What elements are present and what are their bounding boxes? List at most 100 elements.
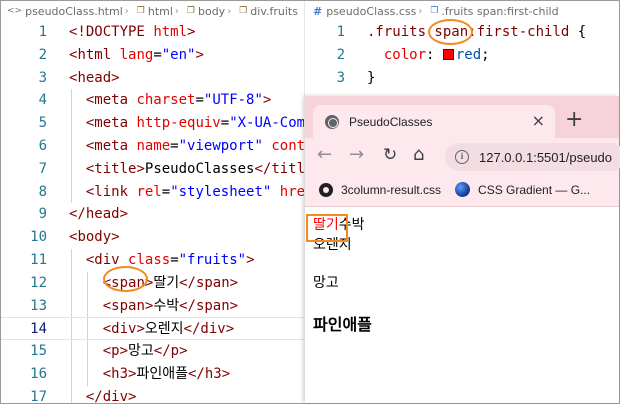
breadcrumb-body[interactable]: body [198,5,225,18]
css-breadcrumb-file[interactable]: pseudoClass.css [326,5,416,18]
address-bar[interactable]: i 127.0.0.1:5501/pseudo [445,143,620,171]
code-token: meta [94,115,129,132]
new-tab-button[interactable]: + [565,109,583,131]
code-token: span [111,274,145,291]
home-button[interactable]: ⌂ [413,146,424,164]
breadcrumb-div-fruits[interactable]: div.fruits [250,5,298,18]
code-token: PseudoClasses [144,160,255,177]
code-line[interactable]: 16 <h3>파인애플</h3> [1,362,304,386]
code-token: h3 [111,365,129,382]
code-line[interactable]: 14 <div>오렌지</div> [1,317,304,341]
code-token: </ [69,206,86,223]
code-text: <span>딸기</span> [69,272,238,295]
css-editor[interactable]: # pseudoClass.css › ❐ .fruits span:first… [304,1,619,97]
forward-button[interactable]: → [349,146,364,164]
line-number: 2 [38,46,47,63]
code-line[interactable]: 11 <div class="fruits"> [1,248,304,272]
code-line[interactable]: 2 <html lang="en"> [1,44,304,67]
reload-button[interactable]: ↻ [383,146,397,164]
code-line[interactable]: 1 <!DOCTYPE html> [1,21,304,44]
breadcrumb-file[interactable]: pseudoClass.html [25,5,123,18]
line-number: 13 [30,297,47,314]
code-token: head [85,206,120,223]
code-token: { [569,24,587,40]
css-breadcrumb-rule[interactable]: .fruits span:first-child [441,5,558,18]
bookmark-3column-result[interactable]: 3column-result.css [319,182,442,197]
code-token: > [187,24,196,40]
code-token: titl [271,160,304,177]
code-token: "stylesheet" [170,183,272,200]
code-line[interactable]: 12 <span>딸기</span> [1,271,304,295]
code-line[interactable]: 13 <span>수박</span> [1,294,304,318]
color-swatch-icon[interactable] [442,48,454,60]
code-token: > [225,321,235,338]
line-number: 10 [30,229,47,246]
info-icon[interactable]: i [455,150,469,164]
code-token: "UTF-8" [203,92,263,109]
code-token: "fruits" [178,251,247,268]
line-number: 7 [38,160,47,177]
code-token: < [102,343,112,360]
code-token: p [111,343,120,360]
code-token: > [111,229,120,246]
code-token: </ [254,160,272,177]
chevron-right-icon: › [227,5,232,17]
html-editor[interactable]: <> pseudoClass.html › ❐ html › ❐ body › … [1,1,304,403]
code-token: 수박 [153,297,180,314]
code-text: </head> [69,203,128,226]
code-line[interactable]: 15 <p>망고</p> [1,340,304,363]
code-line[interactable]: 8 <link rel="stylesheet" hre [1,180,304,204]
tab-pseudoclasses[interactable]: PseudoClasses × [313,105,555,138]
bookmark-css-gradient[interactable]: CSS Gradient — G... [455,182,590,197]
code-token: "viewport" [178,137,263,154]
code-line[interactable]: 7 <title>PseudoClasses</titl [1,157,304,181]
code-line[interactable]: 3 <head> [1,67,304,90]
code-line[interactable]: 10 <body> [1,226,304,249]
line-number: 14 [30,321,47,338]
code-token: > [136,160,145,177]
code-text: } [367,67,375,90]
css-breadcrumb: # pseudoClass.css › ❐ .fruits span:first… [313,2,559,20]
code-token: </ [183,321,201,338]
code-text: <span>수박</span> [69,295,238,318]
css-file-icon: # [313,4,323,18]
code-token: hre [279,183,304,200]
code-line[interactable]: 4 <meta charset="UTF-8"> [1,89,304,113]
code-line[interactable]: 17 </div> [1,385,304,403]
css-code-area[interactable]: 1 .fruits span:first-child {2 color: red;… [305,21,620,89]
code-token: http-equiv [136,115,221,132]
code-token: span [111,297,145,314]
bookmark-label: 3column-result.css [341,182,442,197]
code-token: charset [136,92,196,109]
code-token: class [128,251,171,268]
code-token: html [153,24,188,40]
breadcrumb-html[interactable]: html [148,5,173,18]
code-token: color [383,46,427,63]
code-token: < [102,365,112,382]
rule-icon: ❐ [430,6,439,16]
code-line[interactable]: 6 <meta name="viewport" cont [1,134,304,158]
code-line[interactable]: 3} [305,67,620,90]
html-code-area[interactable]: 1 <!DOCTYPE html> 2 <html lang="en"> 3 <head>… [1,21,304,403]
code-line[interactable]: 9 </head> [1,203,304,226]
code-text: <!DOCTYPE html> [69,21,195,44]
code-token: 파인애플 [136,365,188,382]
line-number: 6 [38,137,47,154]
close-icon[interactable]: × [532,113,545,129]
code-line[interactable]: 1 .fruits span:first-child { [305,21,620,44]
line-number: 1 [38,24,47,40]
line-number: 12 [30,274,47,291]
back-button[interactable]: ← [317,146,332,164]
github-icon [319,182,333,197]
code-token: </ [85,388,103,403]
chevron-right-icon: › [174,5,179,17]
code-token: > [136,321,145,338]
code-line[interactable]: 5 <meta http-equiv="X-UA-Com [1,112,304,135]
code-token: > [179,343,188,360]
code-line[interactable]: 2 color: red; [305,44,620,67]
url-text[interactable]: 127.0.0.1:5501/pseudo [479,150,612,165]
h3-text: 파인애플 [313,315,372,334]
